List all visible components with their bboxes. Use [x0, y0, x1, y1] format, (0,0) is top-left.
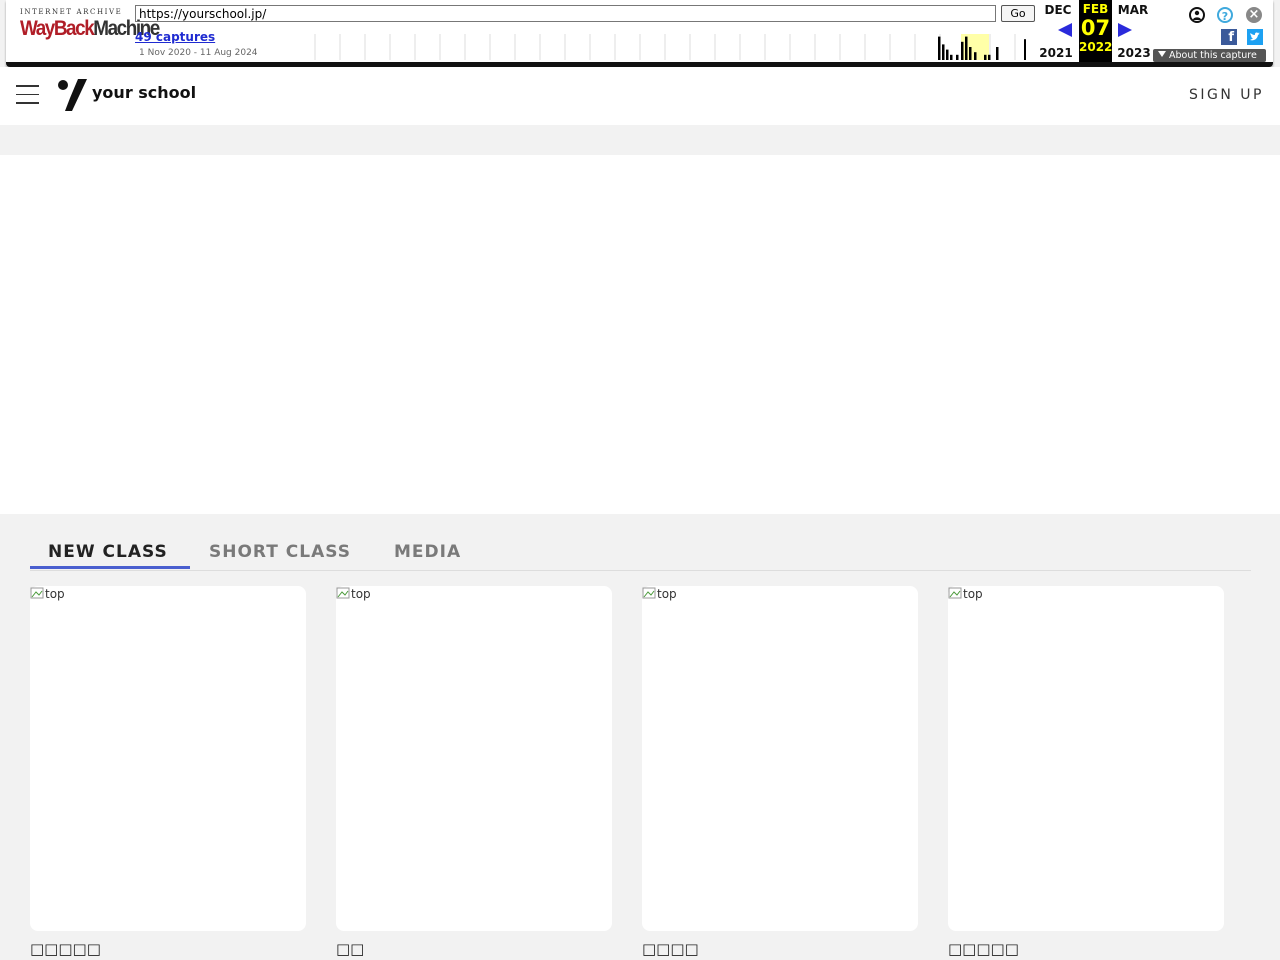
class-card[interactable]: top	[642, 586, 918, 931]
wayback-machine-wordmark: WayBackMachine	[20, 17, 160, 41]
tab-short-class[interactable]: SHORT CLASS	[209, 542, 351, 562]
close-icon[interactable]: ×	[1246, 7, 1262, 23]
broken-image-icon	[336, 587, 350, 599]
card-image[interactable]: top	[642, 586, 677, 601]
current-capture-date: FEB 07 2022	[1079, 0, 1112, 62]
go-button[interactable]: Go	[1001, 5, 1035, 22]
card-title[interactable]: □□□□□	[30, 940, 101, 958]
card-image[interactable]: top	[30, 586, 65, 601]
tab-new-class[interactable]: NEW CLASS	[48, 542, 168, 562]
sparkline-bar	[996, 47, 999, 60]
facebook-share-icon[interactable]: f	[1221, 29, 1237, 45]
sparkline-bar	[950, 54, 953, 60]
current-day: 07	[1080, 16, 1111, 40]
image-alt-text: top	[351, 587, 371, 601]
sparkline-bar	[946, 49, 949, 60]
broken-image-icon	[642, 587, 656, 599]
sparkline-bar	[956, 54, 959, 60]
sparkline-bar	[1024, 39, 1026, 60]
header-spacer	[0, 125, 1280, 155]
class-card[interactable]: top	[948, 586, 1224, 931]
class-tabs: NEW CLASS SHORT CLASS MEDIA	[30, 537, 1251, 571]
your-school-logo-icon[interactable]	[56, 78, 88, 112]
sign-up-button[interactable]: SIGN UP	[1189, 87, 1264, 103]
class-card[interactable]: top	[30, 586, 306, 931]
hamburger-menu-icon[interactable]	[16, 85, 39, 104]
twitter-share-icon[interactable]	[1247, 29, 1263, 45]
next-month-label[interactable]: MAR	[1115, 3, 1151, 17]
card-title[interactable]: □□□□	[642, 940, 699, 958]
broken-image-icon	[948, 587, 962, 599]
capture-sparkline[interactable]	[306, 34, 1026, 60]
internet-archive-label: INTERNET ARCHIVE	[20, 8, 123, 16]
about-capture-label: About this capture	[1169, 50, 1257, 61]
card-image[interactable]: top	[948, 586, 983, 601]
sparkline-bar	[974, 52, 977, 60]
prev-capture-arrow-icon[interactable]	[1058, 23, 1072, 37]
image-alt-text: top	[657, 587, 677, 601]
wayback-logo[interactable]: INTERNET ARCHIVE WayBackMachine	[20, 8, 160, 50]
url-input[interactable]: https://yourschool.jp/	[135, 5, 996, 22]
prev-month-label[interactable]: DEC	[1040, 3, 1076, 17]
image-alt-text: top	[963, 587, 983, 601]
wayback-word: WayBack	[20, 17, 95, 40]
hero-banner	[0, 155, 1280, 514]
captures-link[interactable]: 49 captures	[135, 30, 215, 44]
class-card[interactable]: top	[336, 586, 612, 931]
site-header: your school SIGN UP	[0, 67, 1280, 125]
help-icon[interactable]: ?	[1217, 7, 1233, 23]
sparkline-bar	[938, 36, 941, 60]
card-image[interactable]: top	[336, 586, 371, 601]
card-title[interactable]: □□	[336, 940, 364, 958]
current-month: FEB	[1082, 2, 1109, 16]
sparkline-bar	[984, 54, 987, 60]
about-capture-button[interactable]: About this capture	[1153, 49, 1266, 62]
site-logo-text[interactable]: your school	[92, 83, 196, 102]
capture-date-range: 1 Nov 2020 - 11 Aug 2024	[139, 48, 258, 58]
next-capture-arrow-icon[interactable]	[1118, 23, 1132, 37]
next-year-label[interactable]: 2023	[1116, 46, 1152, 60]
wayback-toolbar: INTERNET ARCHIVE WayBackMachine https://…	[6, 0, 1273, 67]
prev-year-label[interactable]: 2021	[1038, 46, 1074, 60]
sparkline-bar	[942, 44, 945, 60]
sparkline-bar	[965, 36, 968, 60]
sparkline-bar	[988, 54, 991, 60]
card-title[interactable]: □□□□□	[948, 940, 1019, 958]
caret-down-icon	[1158, 51, 1166, 57]
tab-media[interactable]: MEDIA	[394, 542, 461, 562]
sparkline-bar	[969, 47, 972, 60]
user-account-icon[interactable]	[1189, 7, 1205, 23]
broken-image-icon	[30, 587, 44, 599]
sparkline-bar	[961, 41, 964, 60]
current-year: 2022	[1079, 40, 1113, 54]
image-alt-text: top	[45, 587, 65, 601]
active-tab-indicator	[30, 566, 190, 569]
